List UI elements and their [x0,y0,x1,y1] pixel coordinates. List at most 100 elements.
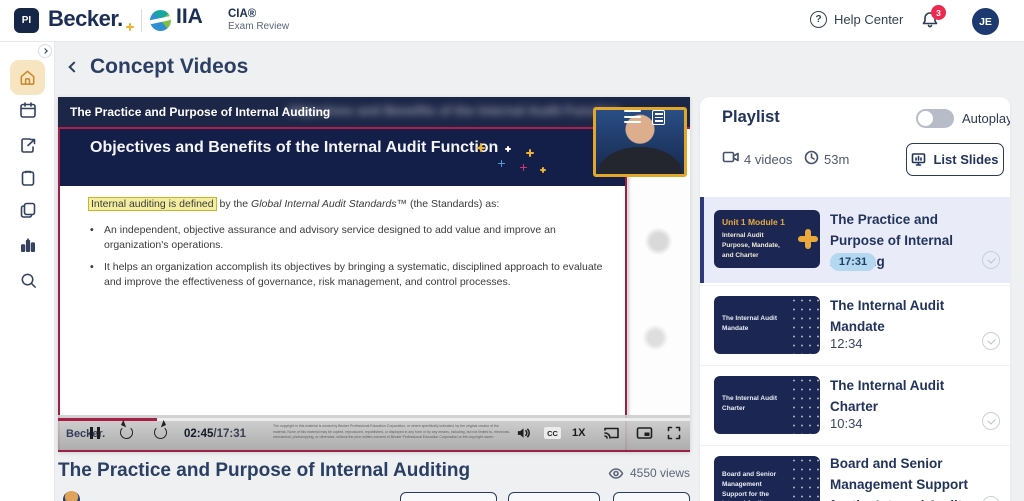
sidebar-item-search[interactable] [17,269,39,291]
clock-icon [804,150,819,165]
video-overlay-title: The Practice and Purpose of Internal Aud… [70,105,331,119]
copyright-text: The copyright in this material is owned … [273,424,511,440]
pause-button[interactable] [90,427,100,439]
clipboard-arrow-icon [21,138,36,153]
becker-sparkle-icon [126,23,134,31]
slide-bottom-border [58,450,690,452]
video-player[interactable]: Objectives and Benefits of the Internal … [58,97,690,452]
total-duration: 53m [824,152,850,167]
forward-button[interactable] [154,426,167,439]
thumbnail-module-label: Unit 1 Module 1 [722,217,785,227]
picture-in-picture-icon [636,427,653,439]
slide-body: Internal auditing is defined by the Glob… [58,186,627,450]
header-divider [141,9,142,32]
video-thumbnail: Unit 1 Module 1 Internal Audit Purpose, … [714,210,820,268]
rewind-button[interactable] [120,426,133,439]
chapter-list-icon[interactable] [624,110,641,123]
video-count: 4 videos [744,152,793,167]
completion-check-icon [982,251,1000,269]
dots-pattern [790,456,820,501]
completion-check-icon [982,412,1000,430]
slide-left-border [58,127,60,452]
video-thumbnail: The Internal Audit Mandate [714,296,820,354]
slide-right-border [625,177,627,450]
playlist-item-1[interactable]: Unit 1 Module 1 Internal Audit Purpose, … [700,197,1010,283]
playlist-item-4[interactable]: Board and Senior Management Support for … [700,445,1010,501]
user-avatar[interactable]: JE [972,8,999,35]
sidebar-item-assignments[interactable] [17,134,39,156]
action-button-2[interactable] [508,492,600,501]
sidebar-item-calendar[interactable] [17,99,39,121]
sparkle-icon [520,164,527,171]
closed-captions-button[interactable]: CC [544,427,561,439]
sidebar-item-tasks[interactable] [17,167,39,189]
help-center-button[interactable]: ? Help Center [810,11,903,28]
sidebar-expand-button[interactable] [38,44,52,58]
action-button-1[interactable] [400,492,497,501]
active-indicator-bar [700,197,704,283]
standards-italic: Global Internal Audit Standards™ [251,198,408,210]
dots-pattern [790,376,820,434]
autoplay-toggle[interactable] [916,109,954,128]
top-header: PI Becker. IIA CIA® Exam Review ? Help C… [0,0,1024,42]
duration-text: 10:34 [830,416,863,431]
course-subtitle: Exam Review [228,21,290,33]
bar-chart-icon [20,238,36,252]
list-slides-button[interactable]: List Slides [906,143,1004,176]
video-thumbnail: Board and Senior Management Support for … [714,456,820,501]
playlist-item-title: The Internal Audit Mandate [830,298,945,334]
completion-check-icon [982,332,1000,350]
playback-speed-button[interactable]: 1X [572,427,585,439]
playlist-item-3[interactable]: The Internal Audit Charter The Internal … [700,365,1010,443]
toggle-knob [918,111,933,126]
playlist-item-2[interactable]: The Internal Audit Mandate The Internal … [700,285,1010,363]
time-display: 02:45/17:31 [184,428,247,440]
fullscreen-button[interactable] [667,426,681,440]
iia-logo: IIA [176,5,203,28]
search-icon [21,273,36,288]
sparkle-icon [498,160,505,167]
slide-bullet-1: • An independent, objective assurance an… [90,224,556,252]
instructor-avatar [63,491,80,501]
video-controls-bar: Becker. 02:45/17:31 The copyright in thi… [58,415,690,450]
sparkle-icon [476,143,485,152]
sparkle-icon [540,167,546,173]
sparkle-icon [526,149,534,157]
completion-check-icon [982,496,1000,501]
slide-right-margin [627,129,690,450]
slide-lead-text: Internal auditing is defined by the Glob… [88,197,608,212]
slide-bullet-2: • It helps an organization accomplish it… [90,261,603,289]
back-button[interactable] [67,61,81,75]
action-button-3[interactable] [613,492,690,501]
clipboard-icon [21,170,35,186]
eye-icon [608,467,624,479]
duration-pill: 17:31 [830,253,876,271]
sidebar-item-home[interactable] [10,60,45,95]
sidebar-item-performance[interactable] [17,234,39,256]
page-title: Concept Videos [90,55,249,78]
cast-button[interactable] [603,426,620,440]
video-camera-icon [722,150,740,164]
iia-globe-icon [150,10,171,31]
progress-bar[interactable] [58,418,690,421]
becker-logo[interactable]: Becker. [48,6,123,32]
pip-button[interactable] [636,426,653,440]
duration-text: 12:34 [830,336,863,351]
calendar-icon [20,102,36,118]
playlist-heading: Playlist [722,108,780,126]
slide-title: Objectives and Benefits of the Internal … [90,139,499,156]
progress-fill [58,418,158,421]
cast-icon [604,427,619,439]
notifications-button[interactable]: 3 [920,5,946,34]
sidebar-item-flashcards[interactable] [17,199,39,221]
notes-icon[interactable] [652,110,665,125]
video-thumbnail: The Internal Audit Charter [714,376,820,434]
product-badge[interactable]: PI [14,8,39,33]
volume-button[interactable] [516,426,531,440]
dots-pattern [790,296,820,354]
playlist-panel: Playlist Autoplay 4 videos 53m List Slid… [700,97,1010,501]
course-label: CIA® Exam Review [228,7,289,34]
list-slides-label: List Slides [933,152,999,167]
playlist-item-title: The Internal Audit Charter [830,378,945,414]
autoplay-label: Autoplay [962,111,1010,126]
